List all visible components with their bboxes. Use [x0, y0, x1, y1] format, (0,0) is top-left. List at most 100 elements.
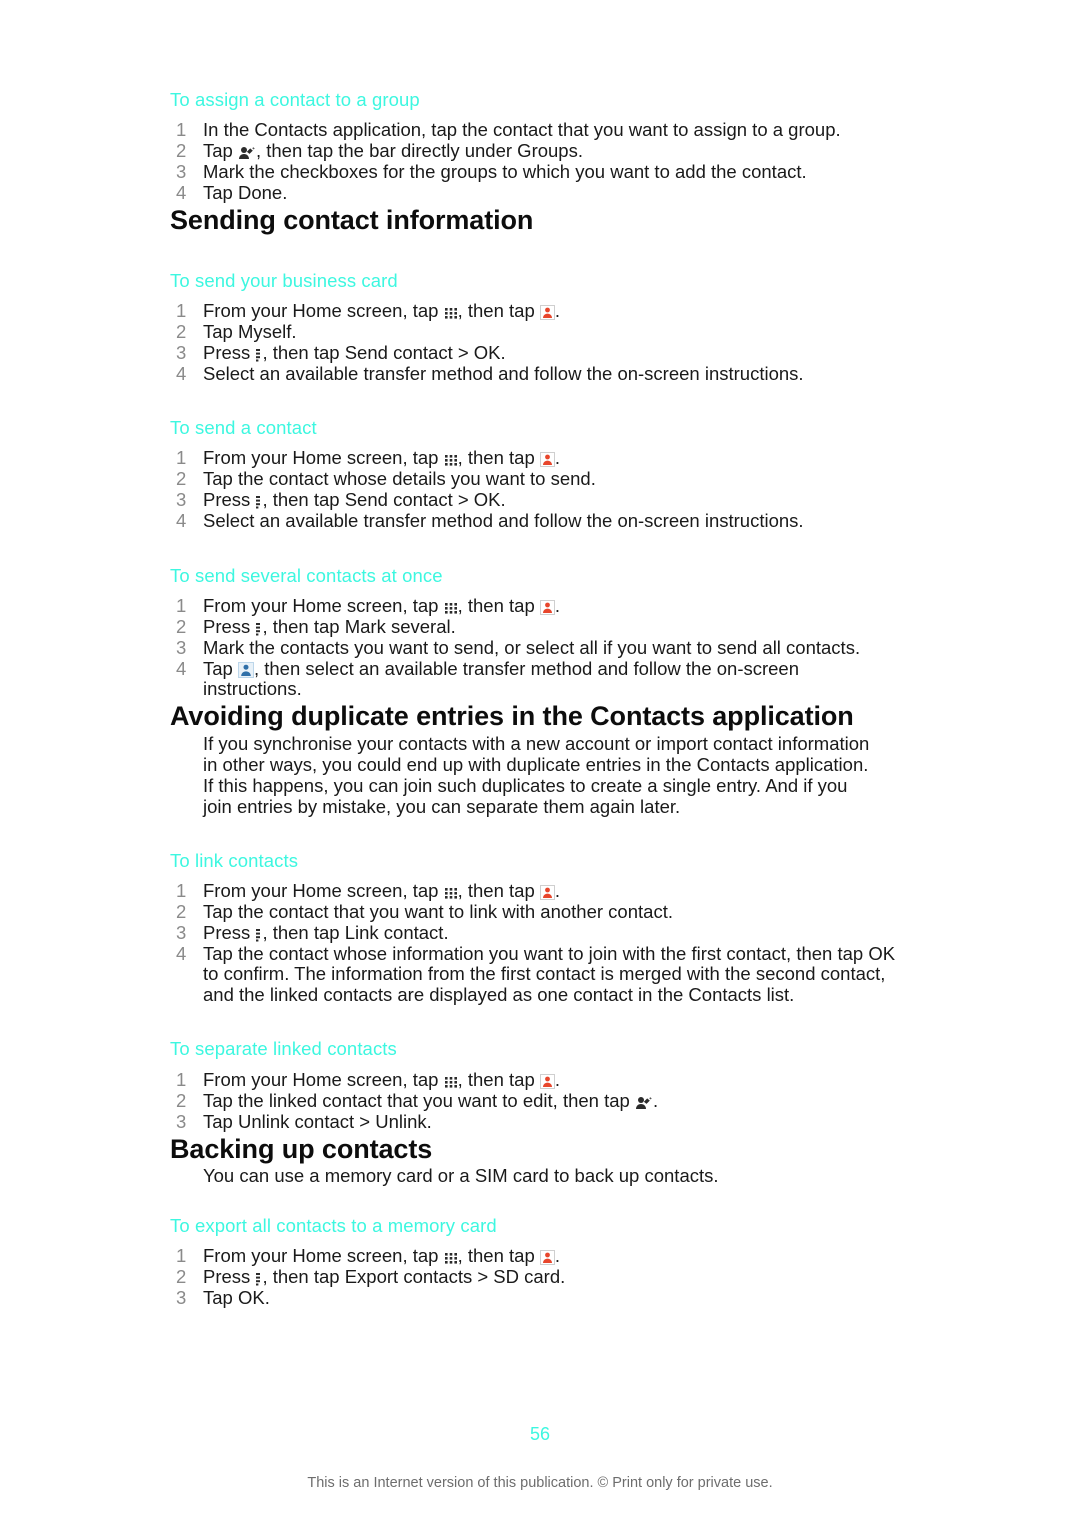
list-item: From your Home screen, tap , then tap .	[170, 1068, 910, 1091]
menu-key-icon	[255, 495, 262, 509]
app-drawer-grid-icon	[444, 601, 458, 615]
list-item: Press , then tap Link contact.	[170, 921, 910, 944]
subheading-link-contacts: To link contacts	[170, 849, 299, 871]
steps-send-a-contact: From your Home screen, tap , then tap . …	[170, 448, 910, 532]
list-item: Tap , then select an available transfer …	[170, 657, 883, 700]
page-title-backing-up-contacts: Backing up contacts	[170, 1133, 433, 1164]
step-text: , then tap Send contact > OK.	[262, 341, 506, 363]
menu-key-icon	[255, 348, 262, 362]
person-blue-icon	[237, 661, 254, 678]
step-text: Tap Unlink contact > Unlink.	[203, 1110, 432, 1132]
list-item: From your Home screen, tap , then tap .	[170, 879, 910, 902]
step-text: From your Home screen, tap	[203, 447, 444, 469]
step-text: Select an available transfer method and …	[203, 510, 804, 532]
list-item: In the Contacts application, tap the con…	[170, 119, 910, 141]
step-text: Press	[203, 1266, 256, 1288]
paragraph-avoiding-duplicates: If you synchronise your contacts with a …	[203, 732, 870, 817]
footer-note: This is an Internet version of this publ…	[307, 1475, 773, 1491]
list-item: Tap OK.	[170, 1287, 910, 1309]
steps-export-contacts-memory-card: From your Home screen, tap , then tap . …	[170, 1245, 910, 1309]
page-title-avoiding-duplicate-entries: Avoiding duplicate entries in the Contac…	[170, 701, 854, 732]
step-text: .	[554, 879, 561, 901]
list-item: Tap , then tap the bar directly under Gr…	[170, 140, 910, 162]
step-text: , then tap	[457, 1245, 540, 1267]
subheading-send-business-card: To send your business card	[170, 269, 398, 291]
page-number: 56	[529, 1424, 551, 1444]
step-text: , then tap Mark several.	[262, 615, 456, 637]
list-item: Mark the checkboxes for the groups to wh…	[170, 161, 910, 183]
step-text: , then tap	[457, 447, 540, 469]
contacts-app-icon	[539, 1073, 555, 1089]
subheading-separate-linked-contacts: To separate linked contacts	[170, 1038, 397, 1060]
step-text: , then tap Export contacts > SD card.	[262, 1266, 566, 1288]
paragraph-backing-up-contacts: You can use a memory card or a SIM card …	[203, 1164, 719, 1186]
step-text: , then select an available transfer meth…	[203, 657, 800, 700]
contacts-app-icon	[539, 884, 555, 900]
list-item: Select an available transfer method and …	[170, 362, 910, 385]
edit-contact-icon	[238, 146, 256, 160]
app-drawer-grid-icon	[444, 306, 458, 320]
step-text: Tap Done.	[203, 182, 288, 204]
app-drawer-grid-icon	[444, 453, 458, 467]
page-content: To assign a contact to a group In the Co…	[170, 88, 910, 1309]
step-text: Mark the contacts you want to send, or s…	[203, 636, 861, 658]
step-text: Select an available transfer method and …	[203, 362, 804, 384]
contacts-app-icon	[539, 1250, 555, 1266]
subheading-send-several-contacts: To send several contacts at once	[170, 564, 443, 586]
subheading-assign-contact-to-group: To assign a contact to a group	[170, 89, 420, 110]
step-text: Press	[203, 341, 256, 363]
step-text: In the Contacts application, tap the con…	[203, 119, 841, 141]
step-text: Tap	[203, 657, 238, 679]
step-text: .	[652, 1089, 659, 1111]
step-text: Tap the contact whose details you want t…	[203, 468, 596, 490]
list-item: Tap Myself.	[170, 321, 910, 343]
step-text: , then tap	[457, 594, 540, 616]
steps-separate-linked-contacts: From your Home screen, tap , then tap . …	[170, 1068, 910, 1133]
list-item: Tap the contact that you want to link wi…	[170, 900, 910, 923]
steps-link-contacts: From your Home screen, tap , then tap . …	[170, 879, 910, 1006]
step-text: , then tap the bar directly under Groups…	[255, 140, 583, 162]
step-text: From your Home screen, tap	[203, 1245, 444, 1267]
step-text: From your Home screen, tap	[203, 594, 444, 616]
subheading-export-contacts-memory-card: To export all contacts to a memory card	[170, 1214, 497, 1236]
step-text: .	[554, 299, 561, 321]
steps-assign-contact-to-group: In the Contacts application, tap the con…	[170, 119, 910, 204]
app-drawer-grid-icon	[444, 1075, 458, 1089]
step-text: From your Home screen, tap	[203, 1068, 444, 1090]
step-text: From your Home screen, tap	[203, 879, 444, 901]
list-item: From your Home screen, tap , then tap .	[170, 1245, 910, 1267]
document-page: To assign a contact to a group In the Co…	[0, 0, 1080, 1527]
step-text: .	[554, 447, 561, 469]
step-text: Tap OK.	[203, 1287, 270, 1309]
edit-contact-icon	[635, 1096, 653, 1110]
menu-key-icon	[255, 622, 262, 636]
step-text: Tap	[203, 140, 238, 162]
list-item: Press , then tap Send contact > OK.	[170, 341, 910, 364]
steps-send-business-card: From your Home screen, tap , then tap . …	[170, 299, 910, 385]
step-text: , then tap	[457, 299, 540, 321]
step-text: From your Home screen, tap	[203, 299, 444, 321]
list-item: Press , then tap Export contacts > SD ca…	[170, 1266, 910, 1288]
step-text: , then tap Link contact.	[262, 921, 449, 943]
contacts-app-icon	[539, 304, 555, 320]
list-item: Mark the contacts you want to send, or s…	[170, 636, 893, 659]
step-text: , then tap	[457, 879, 540, 901]
subheading-send-a-contact: To send a contact	[170, 417, 317, 439]
list-item: From your Home screen, tap , then tap .	[170, 594, 910, 617]
list-item: Select an available transfer method and …	[170, 511, 910, 532]
step-text: Tap the contact whose information you wa…	[203, 942, 896, 1005]
list-item: Press , then tap Send contact > OK.	[170, 490, 910, 511]
list-item: Press , then tap Mark several.	[170, 615, 910, 638]
list-item: From your Home screen, tap , then tap .	[170, 448, 910, 469]
step-text: .	[554, 594, 561, 616]
list-item: Tap Unlink contact > Unlink.	[170, 1110, 910, 1133]
step-text: , then tap	[457, 1068, 540, 1090]
app-drawer-grid-icon	[444, 886, 458, 900]
page-title-sending-contact-information: Sending contact information	[170, 205, 534, 236]
list-item: From your Home screen, tap , then tap .	[170, 299, 910, 322]
step-text: Tap the contact that you want to link wi…	[203, 900, 673, 922]
steps-send-several-contacts: From your Home screen, tap , then tap . …	[170, 594, 910, 700]
menu-key-icon	[255, 928, 262, 942]
list-item: Tap the contact whose details you want t…	[170, 469, 910, 490]
menu-key-icon	[255, 1272, 262, 1286]
